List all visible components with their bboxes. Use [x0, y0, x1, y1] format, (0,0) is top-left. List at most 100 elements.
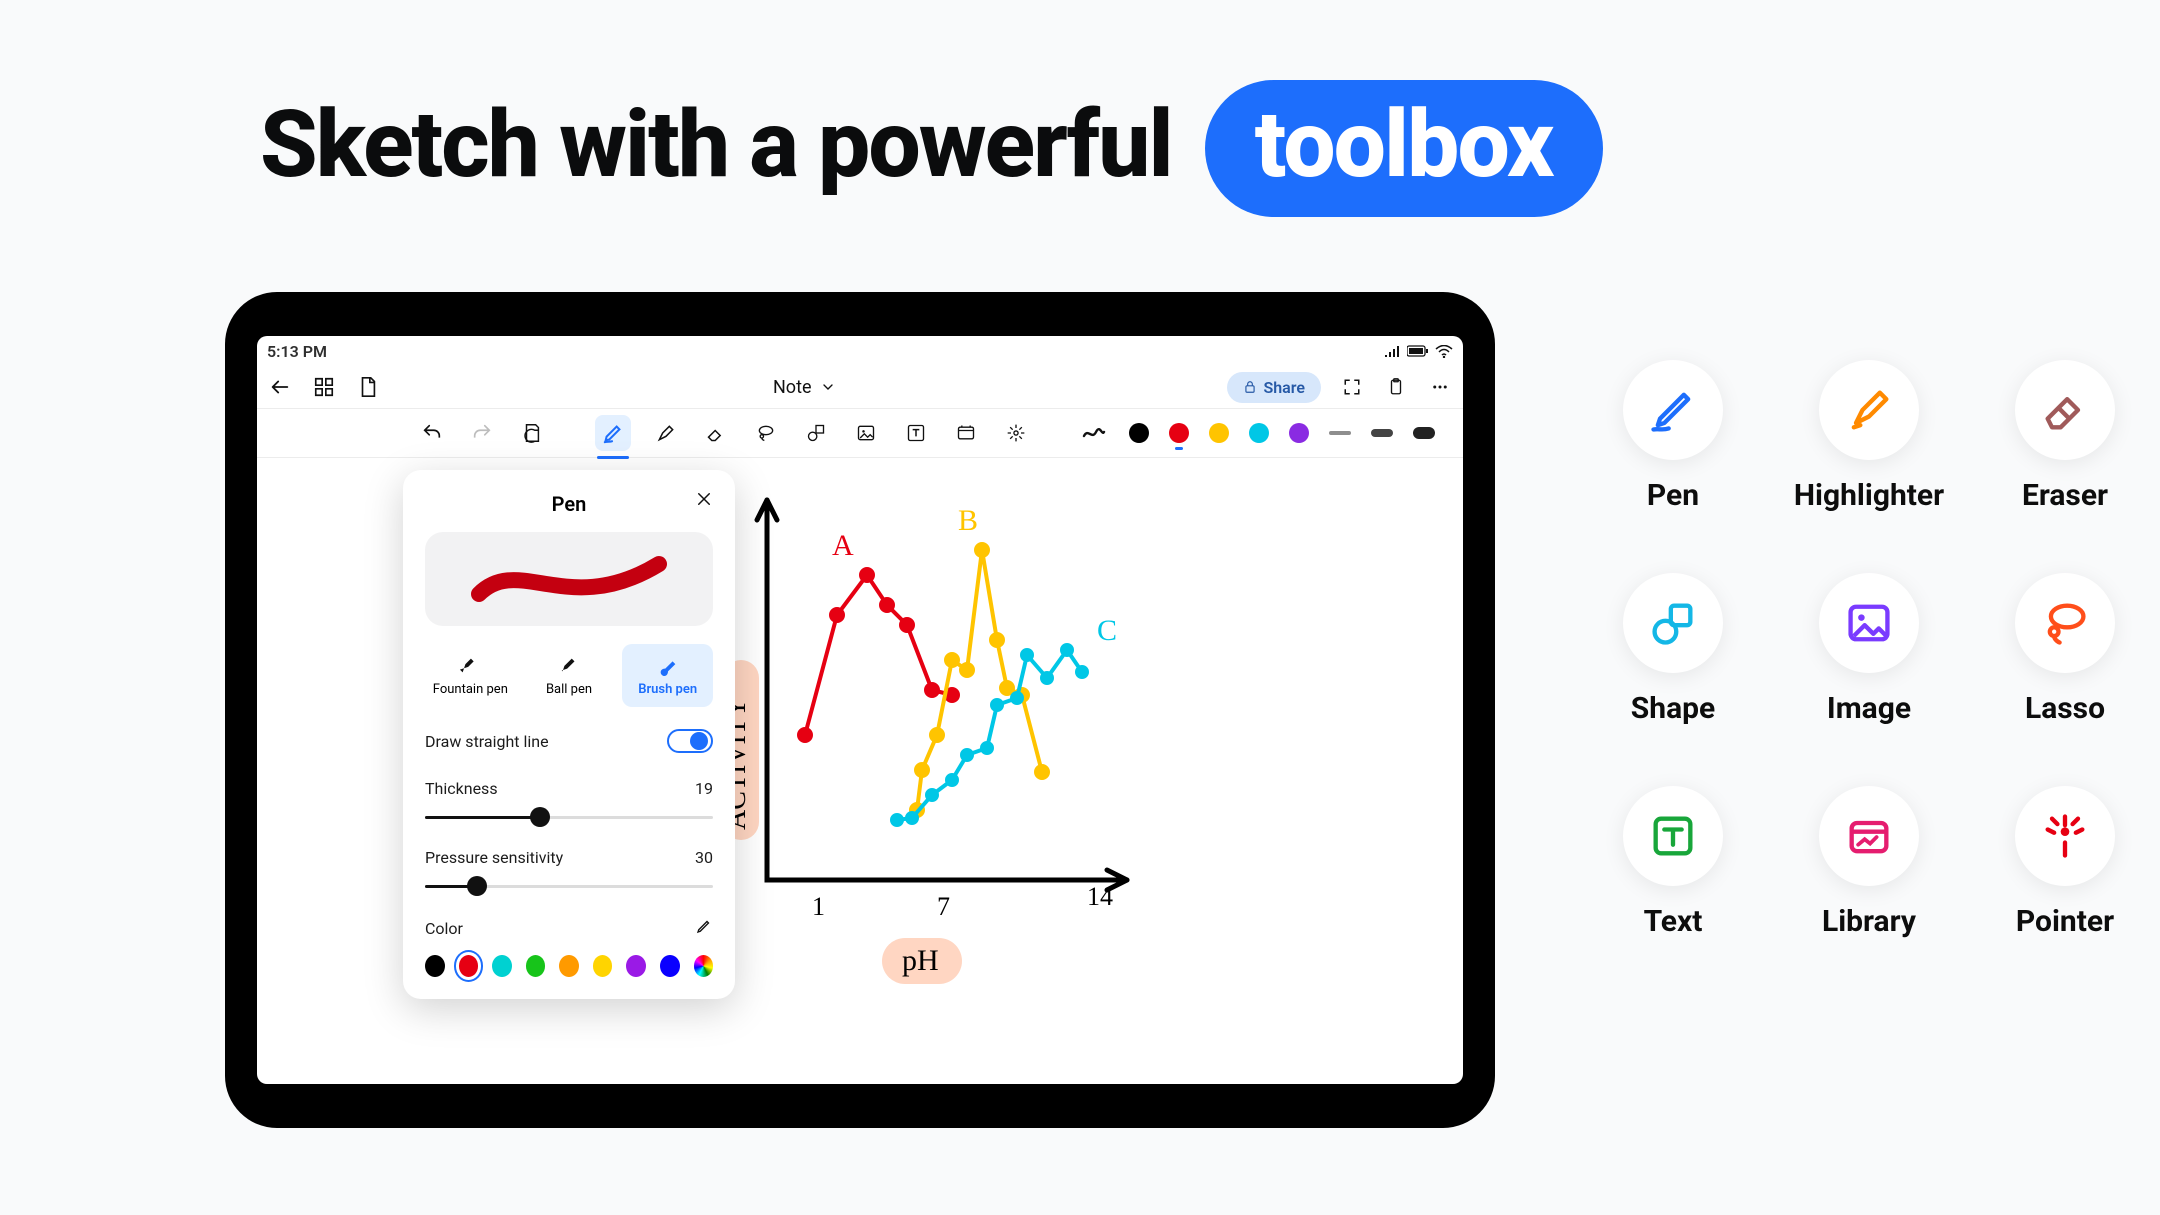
fullscreen-button[interactable] [1339, 374, 1365, 400]
headline-pill: toolbox [1205, 80, 1603, 217]
stroke-thin[interactable] [1329, 431, 1351, 435]
pressure-slider[interactable] [425, 881, 713, 891]
swatch-blue[interactable] [660, 955, 680, 977]
shape-icon [1623, 573, 1723, 673]
clipboard-button[interactable] [1383, 374, 1409, 400]
x-axis-label: pH [902, 944, 939, 977]
close-icon [695, 490, 713, 508]
toolbox-label: Pointer [2016, 904, 2114, 939]
thickness-slider[interactable] [425, 812, 713, 822]
toolbox-item-pen: Pen [1575, 360, 1771, 513]
status-time: 5:13 PM [267, 342, 327, 361]
toolbox-label: Eraser [2022, 478, 2108, 513]
x-tick-1: 1 [812, 892, 825, 921]
close-button[interactable] [695, 490, 713, 512]
pen-type-fountain[interactable]: Fountain pen [425, 644, 516, 707]
toolbox-label: Image [1827, 691, 1911, 726]
toolbox-item-highlighter: Highlighter [1771, 360, 1967, 513]
document-title-button[interactable]: Note [773, 377, 836, 398]
document-title: Note [773, 377, 812, 398]
status-icons [1385, 345, 1453, 358]
more-button[interactable] [1427, 374, 1453, 400]
pressure-label: Pressure sensitivity [425, 848, 563, 867]
redo-button[interactable] [467, 418, 497, 448]
toolbox-label: Pen [1647, 478, 1699, 513]
tablet-screen: 5:13 PM [257, 336, 1463, 1084]
pointer-icon [2015, 786, 2115, 886]
series-a-label: A [832, 529, 854, 562]
pointer-tool[interactable] [1001, 418, 1031, 448]
toolbox-item-pointer: Pointer [1967, 786, 2160, 939]
tablet-frame: 5:13 PM [225, 292, 1495, 1128]
readonly-button[interactable] [517, 418, 547, 448]
shape-tool[interactable] [801, 418, 831, 448]
stroke-thick[interactable] [1413, 427, 1435, 439]
series-c-label: C [1097, 614, 1117, 647]
stroke-med[interactable] [1371, 429, 1393, 437]
pen-type-brush[interactable]: Brush pen [622, 644, 713, 707]
toolbox-label: Shape [1631, 691, 1715, 726]
straight-line-label: Draw straight line [425, 732, 549, 751]
straight-line-toggle[interactable] [667, 729, 713, 753]
toolbox-item-eraser: Eraser [1967, 360, 2160, 513]
pen-type-label: Ball pen [546, 682, 592, 697]
lasso-icon [2015, 573, 2115, 673]
toolbox-label: Highlighter [1794, 478, 1944, 513]
pen-tool[interactable] [595, 415, 631, 451]
library-tool[interactable] [951, 418, 981, 448]
headline: Sketch with a powerful toolbox [260, 80, 1603, 217]
color-black[interactable] [1129, 423, 1149, 443]
toolbox-item-image: Image [1771, 573, 1967, 726]
swatch-green[interactable] [526, 955, 546, 977]
toolbox-grid: Pen Highlighter Eraser Shape Image [1575, 360, 2155, 939]
squiggle-style[interactable] [1079, 418, 1109, 448]
edit-colors-button[interactable] [695, 917, 713, 939]
undo-button[interactable] [417, 418, 447, 448]
color-purple[interactable] [1289, 423, 1309, 443]
toolbox-item-library: Library [1771, 786, 1967, 939]
toolbox-item-shape: Shape [1575, 573, 1771, 726]
status-bar: 5:13 PM [257, 336, 1463, 366]
color-section-label: Color [425, 919, 463, 938]
pen-type-tabs: Fountain pen Ball pen Brush pen [425, 644, 713, 707]
x-tick-14: 14 [1087, 882, 1113, 911]
top-bar: Note Share [257, 366, 1463, 408]
highlighter-icon [1819, 360, 1919, 460]
lasso-tool[interactable] [751, 418, 781, 448]
share-button[interactable]: Share [1227, 372, 1321, 403]
pencil-icon [695, 917, 713, 935]
swatch-red[interactable] [459, 955, 479, 977]
color-red[interactable] [1169, 423, 1189, 443]
image-icon [1819, 573, 1919, 673]
toolbox-label: Library [1822, 904, 1916, 939]
chevron-down-icon [820, 379, 836, 395]
color-yellow[interactable] [1209, 423, 1229, 443]
pages-button[interactable] [311, 374, 337, 400]
eraser-icon [2015, 360, 2115, 460]
image-tool[interactable] [851, 418, 881, 448]
pen-icon [1623, 360, 1723, 460]
toolbox-label: Text [1644, 904, 1703, 939]
thickness-label: Thickness [425, 779, 498, 798]
page-add-button[interactable] [355, 374, 381, 400]
pen-type-ball[interactable]: Ball pen [524, 644, 615, 707]
pen-type-label: Fountain pen [433, 682, 508, 697]
swatch-orange[interactable] [559, 955, 579, 977]
swatch-cyan[interactable] [492, 955, 512, 977]
swatch-custom[interactable] [694, 955, 714, 977]
library-icon [1819, 786, 1919, 886]
pen-type-label: Brush pen [638, 682, 697, 697]
toolbox-item-lasso: Lasso [1967, 573, 2160, 726]
toolbox-item-text: Text [1575, 786, 1771, 939]
swatch-black[interactable] [425, 955, 445, 977]
series-b-label: B [958, 504, 978, 537]
highlighter-tool[interactable] [651, 418, 681, 448]
text-tool[interactable] [901, 418, 931, 448]
color-cyan[interactable] [1249, 423, 1269, 443]
back-button[interactable] [267, 374, 293, 400]
eraser-tool[interactable] [701, 418, 731, 448]
swatch-yellow[interactable] [593, 955, 613, 977]
headline-text: Sketch with a powerful [260, 90, 1172, 199]
swatch-purple[interactable] [626, 955, 646, 977]
stroke-preview [425, 532, 713, 626]
